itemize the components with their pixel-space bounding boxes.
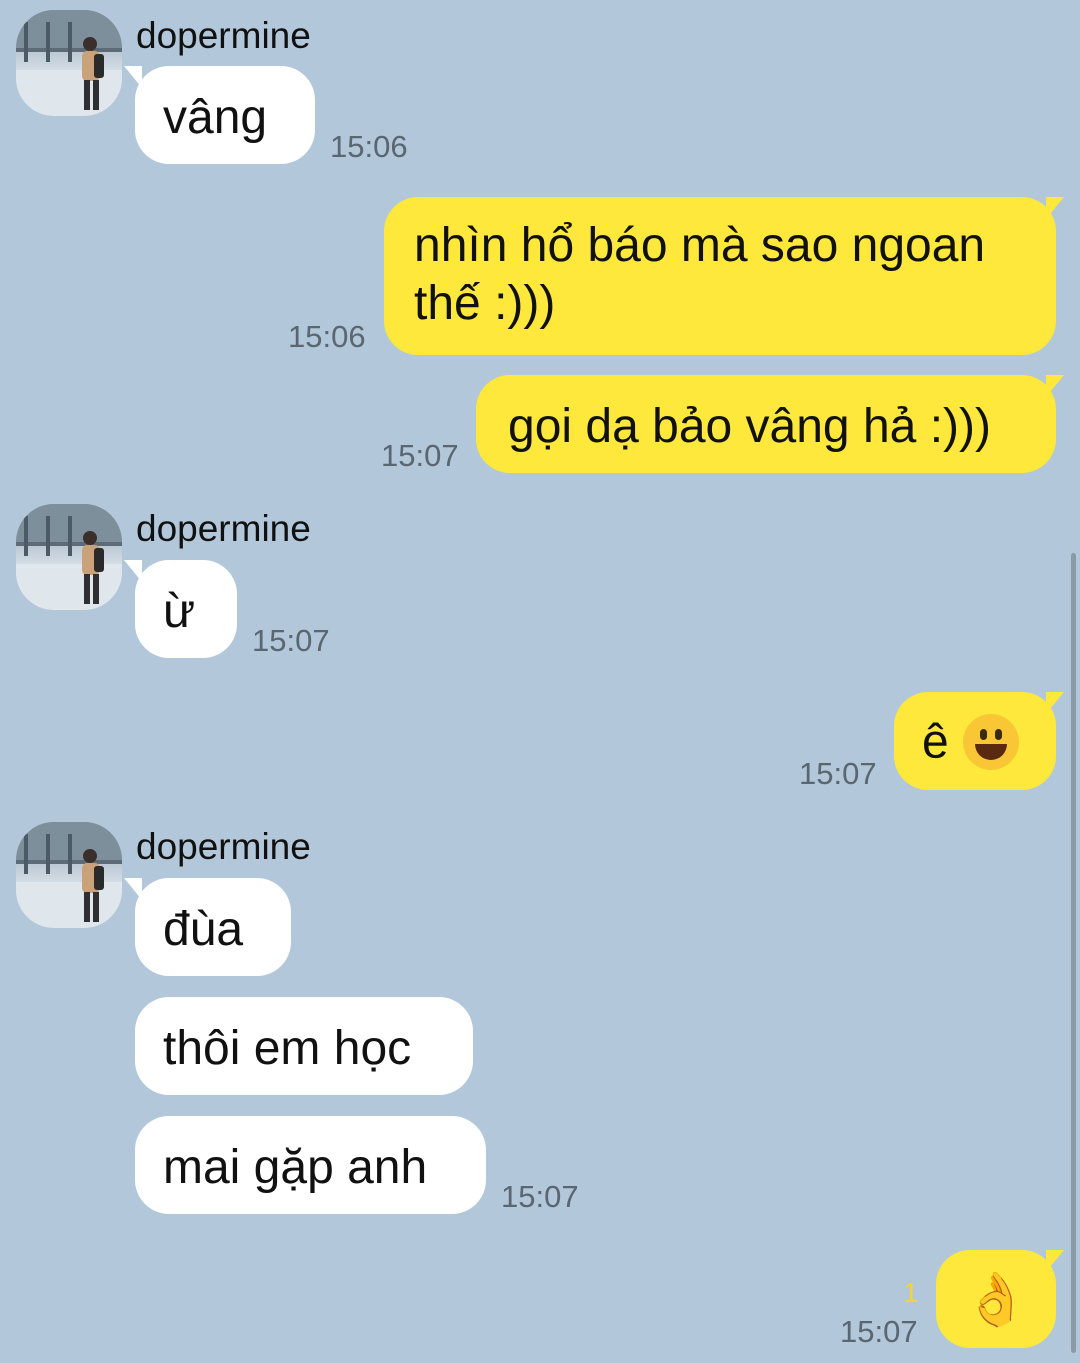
message-time: 15:07 <box>501 1179 579 1214</box>
chat-window[interactable]: dopermine vâng 15:06 nhìn hổ báo mà sao … <box>0 0 1080 1363</box>
message-time: 15:06 <box>288 319 366 354</box>
bubble-tail <box>1046 197 1064 219</box>
message-text: gọi dạ bảo vâng hả :))) <box>508 400 991 453</box>
avatar-photo <box>16 822 122 928</box>
message-text: mai gặp anh <box>163 1141 428 1194</box>
ok-hand-icon: 👌 <box>963 1271 1029 1329</box>
scrollbar[interactable] <box>1071 553 1076 1353</box>
sender-name: dopermine <box>136 826 311 867</box>
message-text: ừ <box>163 585 196 638</box>
message-time: 15:07 <box>381 438 459 473</box>
message-time: 15:07 <box>840 1314 918 1349</box>
sender-name: dopermine <box>136 508 311 549</box>
incoming-message-bubble[interactable]: thôi em học <box>135 997 473 1095</box>
sender-avatar[interactable] <box>16 504 122 610</box>
unread-count: 1 <box>903 1277 919 1308</box>
message-text: ê <box>922 715 949 769</box>
sender-avatar[interactable] <box>16 10 122 116</box>
outgoing-message-bubble[interactable]: gọi dạ bảo vâng hả :))) <box>476 375 1056 473</box>
avatar-photo <box>16 10 122 116</box>
sender-avatar[interactable] <box>16 822 122 928</box>
grinning-face-icon <box>962 714 1019 771</box>
bubble-tail <box>1046 375 1064 397</box>
message-text: nhìn hổ báo mà sao ngoan thế :))) <box>414 219 986 330</box>
incoming-message-bubble[interactable]: ừ <box>135 560 237 658</box>
message-time: 15:07 <box>799 756 877 791</box>
incoming-message-bubble[interactable]: vâng <box>135 66 315 164</box>
message-text: vâng <box>163 91 268 144</box>
message-text: thôi em học <box>163 1022 412 1075</box>
incoming-message-bubble[interactable]: đùa <box>135 878 291 976</box>
incoming-message-bubble[interactable]: mai gặp anh <box>135 1116 486 1214</box>
avatar-photo <box>16 504 122 610</box>
outgoing-message-bubble[interactable]: ê <box>894 692 1056 790</box>
message-time: 15:07 <box>252 623 330 658</box>
sender-name: dopermine <box>136 15 311 56</box>
outgoing-message-bubble[interactable]: nhìn hổ báo mà sao ngoan thế :))) <box>384 197 1056 355</box>
bubble-tail <box>1046 692 1064 714</box>
message-time: 15:06 <box>330 129 408 164</box>
outgoing-message-bubble[interactable]: 👌 <box>936 1250 1056 1348</box>
message-text: đùa <box>163 903 244 956</box>
bubble-tail <box>1046 1250 1064 1272</box>
